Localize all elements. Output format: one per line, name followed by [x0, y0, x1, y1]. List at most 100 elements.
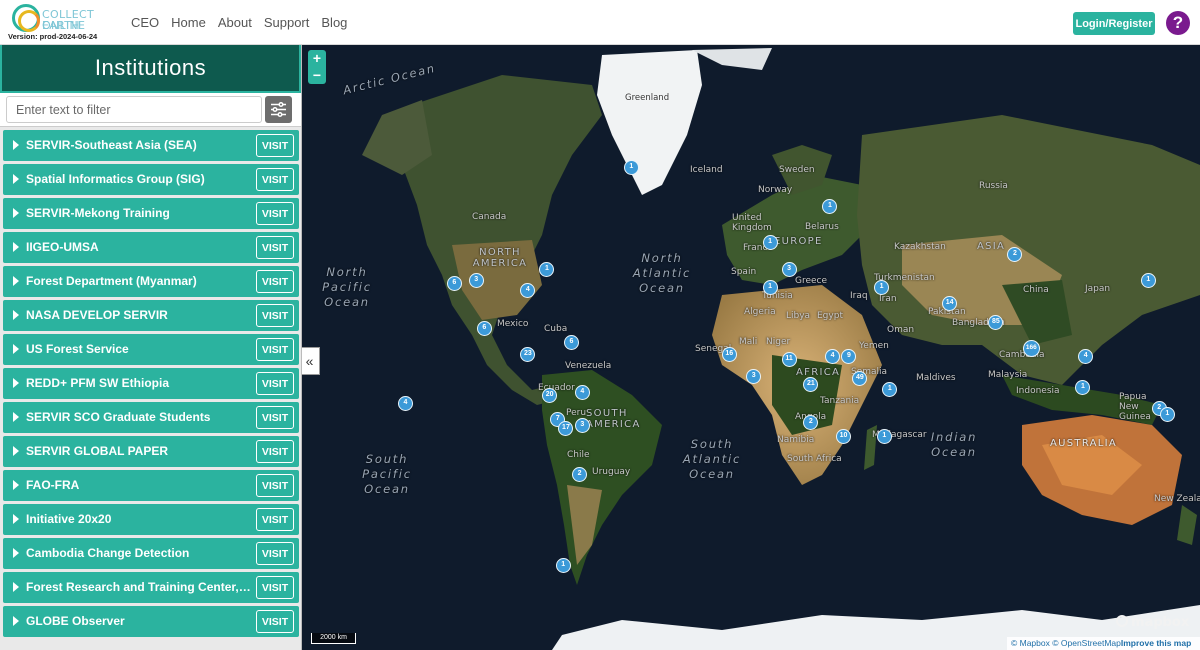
institution-row[interactable]: SERVIR-Southeast Asia (SEA) VISIT	[3, 130, 299, 161]
map-cluster-marker[interactable]: 3	[468, 272, 484, 288]
visit-button[interactable]: VISIT	[256, 304, 294, 327]
map-cluster-marker[interactable]: 1	[874, 279, 890, 295]
label-mali: Mali	[739, 337, 758, 347]
map-cluster-marker[interactable]: 166	[1022, 339, 1040, 357]
expand-caret-icon[interactable]	[13, 276, 19, 286]
main-nav: CEO Home About Support Blog	[131, 0, 347, 45]
zoom-in-button[interactable]: +	[308, 50, 326, 67]
map-cluster-marker[interactable]: 1	[1159, 406, 1175, 422]
map-cluster-marker[interactable]: 2	[572, 467, 588, 482]
map-cluster-marker[interactable]: 10	[836, 428, 852, 444]
map-cluster-marker[interactable]: 1	[762, 234, 778, 250]
map-cluster-marker[interactable]: 4	[397, 395, 413, 411]
map-cluster-marker[interactable]: 3	[781, 261, 797, 277]
institution-row[interactable]: NASA DEVELOP SERVIR VISIT	[3, 300, 299, 331]
expand-caret-icon[interactable]	[13, 616, 19, 626]
visit-button[interactable]: VISIT	[256, 202, 294, 225]
top-navbar: COLLECT EARTH ONLINE Version: prod-2024-…	[0, 0, 1200, 45]
expand-caret-icon[interactable]	[13, 140, 19, 150]
filter-input[interactable]	[6, 96, 262, 123]
visit-button[interactable]: VISIT	[256, 440, 294, 463]
visit-button[interactable]: VISIT	[256, 338, 294, 361]
logo-line2: ONLINE	[42, 19, 86, 32]
map-cluster-marker[interactable]: 11	[781, 352, 797, 368]
institution-row[interactable]: GLOBE Observer VISIT	[3, 606, 299, 637]
institution-row[interactable]: Spatial Informatics Group (SIG) VISIT	[3, 164, 299, 195]
help-icon[interactable]: ?	[1166, 11, 1190, 35]
map-cluster-marker[interactable]: 17	[558, 420, 574, 436]
map-cluster-marker[interactable]: 1	[1140, 272, 1156, 288]
label-canada: Canada	[472, 212, 507, 222]
institution-row[interactable]: Cambodia Change Detection VISIT	[3, 538, 299, 569]
map-cluster-marker[interactable]: 23	[520, 346, 536, 362]
map-cluster-marker[interactable]: 6	[446, 276, 462, 292]
expand-caret-icon[interactable]	[13, 548, 19, 558]
zoom-out-button[interactable]: −	[308, 67, 326, 84]
institution-row[interactable]: SERVIR SCO Graduate Students VISIT	[3, 402, 299, 433]
map-cluster-marker[interactable]: 1	[555, 558, 571, 574]
login-register-button[interactable]: Login/Register	[1073, 12, 1155, 35]
visit-button[interactable]: VISIT	[256, 372, 294, 395]
label-oman: Oman	[887, 325, 915, 335]
label-tanzania: Tanzania	[820, 396, 860, 406]
label-mexico: Mexico	[497, 319, 529, 329]
nav-about[interactable]: About	[218, 15, 252, 30]
expand-caret-icon[interactable]	[13, 412, 19, 422]
world-map[interactable]: + − « Arctic Ocean Greenland Iceland Nor…	[302, 45, 1200, 650]
expand-caret-icon[interactable]	[13, 242, 19, 252]
map-cluster-marker[interactable]: 1	[623, 159, 639, 175]
visit-button[interactable]: VISIT	[256, 236, 294, 259]
institution-row[interactable]: Forest Department (Myanmar) VISIT	[3, 266, 299, 297]
nav-home[interactable]: Home	[171, 15, 206, 30]
label-chile: Chile	[567, 450, 590, 460]
expand-caret-icon[interactable]	[13, 480, 19, 490]
map-cluster-marker[interactable]: 20	[542, 387, 558, 403]
map-cluster-marker[interactable]: 3	[574, 417, 590, 433]
attribution-osm-link[interactable]: © OpenStreetMap	[1052, 638, 1121, 648]
visit-button[interactable]: VISIT	[256, 270, 294, 293]
visit-button[interactable]: VISIT	[256, 576, 294, 599]
map-cluster-marker[interactable]: 16	[721, 346, 737, 362]
map-cluster-marker[interactable]: 1	[762, 279, 778, 295]
visit-button[interactable]: VISIT	[256, 168, 294, 191]
label-africa: AFRICA	[796, 367, 841, 378]
institution-row[interactable]: Initiative 20x20 VISIT	[3, 504, 299, 535]
institution-name: REDD+ PFM SW Ethiopia	[26, 376, 170, 390]
institution-row[interactable]: Forest Research and Training Center, Ne.…	[3, 572, 299, 603]
attribution-mapbox-link[interactable]: © Mapbox	[1011, 638, 1050, 648]
map-cluster-marker[interactable]: 6	[476, 320, 492, 336]
map-cluster-marker[interactable]: 4	[574, 385, 590, 401]
map-cluster-marker[interactable]: 3	[746, 368, 762, 384]
visit-button[interactable]: VISIT	[256, 406, 294, 429]
map-cluster-marker[interactable]: 1	[822, 198, 838, 214]
expand-caret-icon[interactable]	[13, 174, 19, 184]
institution-name: SERVIR GLOBAL PAPER	[26, 444, 169, 458]
visit-button[interactable]: VISIT	[256, 610, 294, 633]
institution-row[interactable]: FAO-FRA VISIT	[3, 470, 299, 501]
nav-support[interactable]: Support	[264, 15, 310, 30]
attribution-improve-link[interactable]: Improve this map	[1121, 638, 1191, 648]
label-japan: Japan	[1085, 284, 1111, 294]
institution-row[interactable]: US Forest Service VISIT	[3, 334, 299, 365]
expand-caret-icon[interactable]	[13, 344, 19, 354]
expand-caret-icon[interactable]	[13, 446, 19, 456]
expand-caret-icon[interactable]	[13, 378, 19, 388]
expand-caret-icon[interactable]	[13, 310, 19, 320]
visit-button[interactable]: VISIT	[256, 134, 294, 157]
collapse-sidebar-icon[interactable]: «	[302, 347, 320, 375]
expand-caret-icon[interactable]	[13, 582, 19, 592]
mapbox-logo[interactable]: mapbox	[1116, 615, 1189, 630]
expand-caret-icon[interactable]	[13, 514, 19, 524]
institution-row[interactable]: REDD+ PFM SW Ethiopia VISIT	[3, 368, 299, 399]
map-cluster-marker[interactable]: 1	[876, 428, 892, 444]
institution-row[interactable]: SERVIR-Mekong Training VISIT	[3, 198, 299, 229]
nav-blog[interactable]: Blog	[321, 15, 347, 30]
institution-row[interactable]: SERVIR GLOBAL PAPER VISIT	[3, 436, 299, 467]
visit-button[interactable]: VISIT	[256, 542, 294, 565]
nav-ceo[interactable]: CEO	[131, 15, 159, 30]
institution-row[interactable]: IIGEO-UMSA VISIT	[3, 232, 299, 263]
visit-button[interactable]: VISIT	[256, 474, 294, 497]
filter-options-button[interactable]	[265, 96, 292, 123]
expand-caret-icon[interactable]	[13, 208, 19, 218]
visit-button[interactable]: VISIT	[256, 508, 294, 531]
